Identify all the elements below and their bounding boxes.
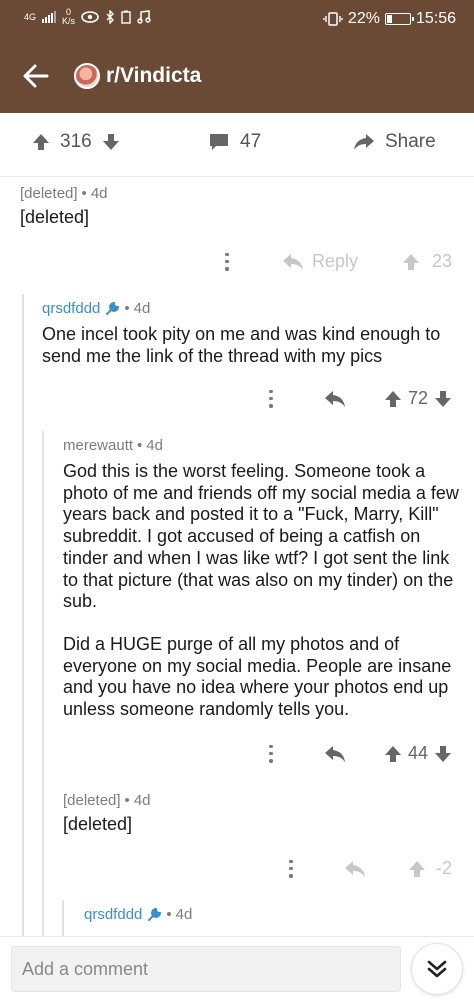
reply-icon[interactable]	[324, 390, 346, 408]
comment-age: 4d	[90, 185, 108, 202]
thread-line	[42, 431, 44, 936]
comment-actions: 44	[264, 743, 452, 764]
comment: [deleted] • 4d [deleted]	[63, 792, 459, 836]
comment-body: One incel took pity on me and was kind e…	[42, 324, 441, 366]
comment-author[interactable]: merewautt	[63, 437, 133, 454]
post-action-bar: 316 47 Share	[0, 113, 474, 177]
subreddit-name[interactable]: r/Vindicta	[106, 64, 201, 88]
comment-score: 72	[407, 388, 428, 408]
comment-icon	[210, 134, 228, 150]
downvote-icon[interactable]	[434, 745, 452, 763]
battery-icon	[384, 13, 414, 25]
comment-score: 23	[431, 251, 452, 271]
network-type: 4G	[24, 11, 37, 22]
more-options-icon[interactable]	[220, 252, 234, 271]
back-button[interactable]	[22, 62, 50, 90]
downvote-icon[interactable]	[102, 133, 120, 151]
share-button[interactable]: Share	[353, 131, 436, 153]
double-chevron-down-icon	[427, 960, 447, 978]
add-comment-input[interactable]: Add a comment	[11, 946, 401, 992]
reply-icon[interactable]	[282, 253, 304, 271]
comment-age: 4d	[146, 437, 163, 454]
more-options-icon[interactable]	[264, 744, 278, 763]
signal-icon	[42, 11, 57, 23]
comment-author[interactable]: qrsdfddd	[42, 300, 100, 317]
network-speed: 0 K/s	[62, 7, 76, 26]
comment: qrsdfddd • 4d One incel took pity on me a…	[42, 300, 457, 367]
downvote-icon[interactable]	[434, 390, 452, 408]
thread-line	[62, 900, 64, 936]
phone-battery-icon	[121, 10, 131, 24]
bottom-bar: Add a comment	[0, 936, 474, 1000]
share-icon	[354, 134, 374, 150]
comment-author[interactable]: qrsdfddd	[84, 906, 142, 923]
comment-actions: Reply 23	[220, 251, 452, 272]
comment-score: 44	[407, 743, 428, 763]
reply-label[interactable]: Reply	[312, 251, 358, 272]
bluetooth-icon	[106, 10, 115, 24]
more-options-icon[interactable]	[284, 859, 298, 878]
comment-author[interactable]: [deleted]	[63, 792, 121, 809]
comment-age: 4d	[175, 906, 193, 923]
upvote-icon[interactable]	[384, 390, 402, 408]
comment: [deleted] • 4d [deleted]	[20, 185, 460, 229]
comment-body: God this is the worst feeling. Someone t…	[63, 461, 459, 612]
vibrate-icon	[323, 12, 343, 26]
comment-author[interactable]: [deleted]	[20, 185, 78, 202]
reply-icon[interactable]	[344, 860, 366, 878]
wrench-icon	[148, 907, 162, 921]
battery-percent: 22%	[347, 10, 380, 27]
wrench-icon	[106, 301, 120, 315]
more-options-icon[interactable]	[264, 389, 278, 408]
comment-body: [deleted]	[63, 814, 133, 834]
upvote-icon[interactable]	[384, 745, 402, 763]
post-score: 316	[60, 131, 92, 152]
reply-icon[interactable]	[324, 745, 346, 763]
upvote-icon[interactable]	[408, 860, 426, 878]
comment-body: [deleted]	[20, 207, 90, 227]
collapse-threads-button[interactable]	[411, 943, 463, 995]
comment-actions: 72	[264, 388, 452, 409]
comments-button[interactable]: 47	[208, 131, 261, 153]
post-vote: 316	[32, 131, 120, 153]
upvote-icon[interactable]	[32, 133, 50, 151]
comment-count: 47	[240, 131, 262, 152]
eye-icon	[81, 11, 99, 23]
comment-actions: -2	[284, 858, 452, 879]
thread-line	[22, 294, 24, 936]
comment-score: -2	[435, 858, 452, 878]
subreddit-avatar[interactable]	[74, 63, 100, 89]
top-bar: 4G 0 K/s 22% 15:56 r/Vindicta	[0, 0, 474, 113]
upvote-icon[interactable]	[402, 253, 420, 271]
music-icon	[137, 10, 151, 24]
status-bar: 4G 0 K/s 22% 15:56	[0, 0, 474, 40]
comment-age: 4d	[133, 300, 151, 317]
share-label: Share	[385, 131, 436, 152]
clock: 15:56	[415, 10, 456, 27]
comment: merewautt • 4d God this is the worst feeli…	[63, 437, 459, 720]
comment: qrsdfddd • 4d	[84, 906, 193, 923]
back-arrow-icon	[23, 64, 49, 88]
comment-age: 4d	[133, 792, 151, 809]
comment-body: Did a HUGE purge of all my photos and of…	[63, 633, 452, 720]
